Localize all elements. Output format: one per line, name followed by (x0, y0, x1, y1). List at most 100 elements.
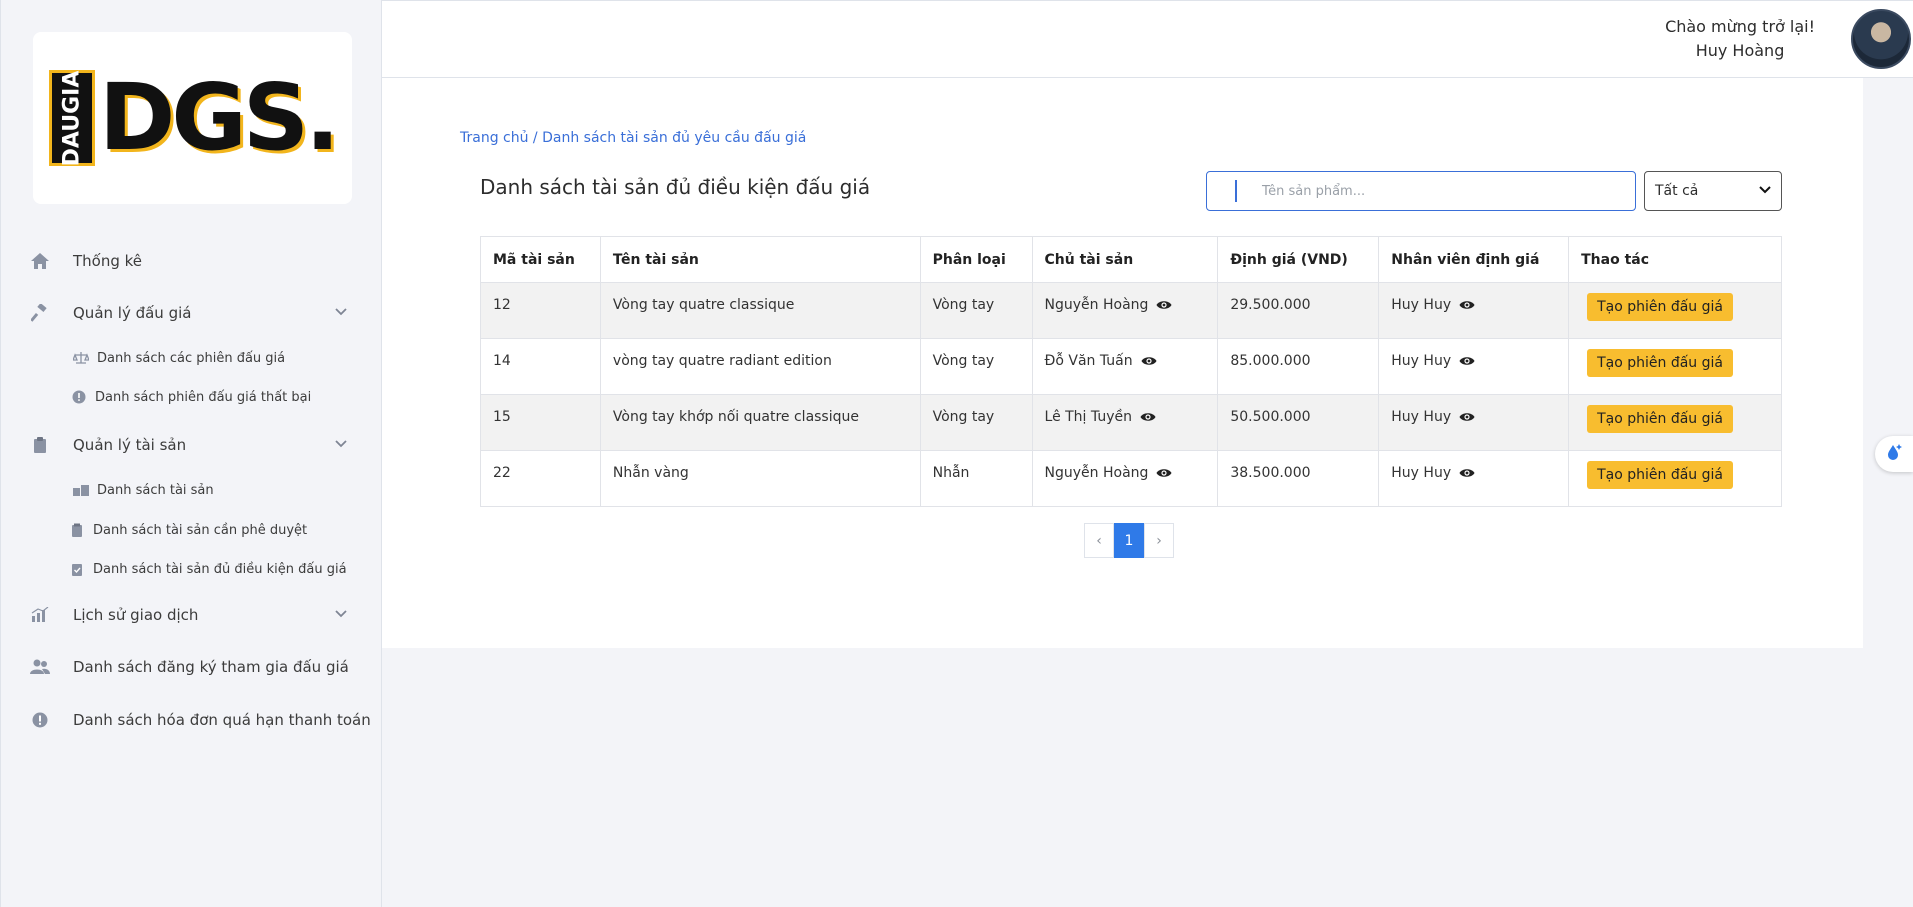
clipboard-icon (29, 434, 51, 456)
asset-appraiser: Huy Huy (1391, 353, 1452, 369)
action-cell: Tạo phiên đấu giá (1568, 282, 1782, 339)
category-filter-select[interactable]: Tất cả (1644, 171, 1782, 211)
chart-icon (29, 604, 51, 626)
filter-selected-value: Tất cả (1655, 183, 1699, 199)
column-header[interactable]: Định giá (VND) (1217, 236, 1380, 283)
pagination-next-button[interactable]: › (1144, 523, 1174, 558)
asset-category: Vòng tay (919, 394, 1033, 451)
sidebar-item-label: Danh sách tài sản cần phê duyệt (93, 522, 308, 538)
eye-icon[interactable] (1459, 299, 1475, 311)
create-auction-button[interactable]: Tạo phiên đấu giá (1587, 349, 1733, 377)
sidebar-item-thong-ke[interactable]: Thống kê (29, 250, 142, 272)
breadcrumb[interactable]: Trang chủ / Danh sách tài sản đủ yêu cầu… (460, 130, 806, 146)
logo-text: DGS. (98, 64, 340, 171)
column-header: Thao tác (1568, 236, 1782, 283)
sidebar-item-hoa-don-qua-han[interactable]: Danh sách hóa đơn quá hạn thanh toán (29, 709, 371, 731)
asset-appraiser-cell: Huy Huy (1378, 394, 1570, 451)
gavel-icon (29, 302, 51, 324)
clipboard-icon (69, 522, 85, 538)
asset-name: Vòng tay khớp nối quatre classique (599, 394, 921, 451)
asset-appraiser: Huy Huy (1391, 409, 1452, 425)
asset-price: 50.500.000 (1217, 394, 1380, 451)
water-drop-icon (1884, 442, 1904, 466)
eye-icon[interactable] (1459, 355, 1475, 367)
sidebar-item-danh-sach-phien[interactable]: Danh sách các phiên đấu giá (73, 350, 285, 366)
asset-id: 22 (480, 450, 601, 507)
asset-owner-cell: Lê Thị Tuyền (1031, 394, 1219, 451)
sidebar-item-tai-san-can-phe-duyet[interactable]: Danh sách tài sản cần phê duyệt (69, 522, 307, 538)
pagination-prev-button[interactable]: ‹ (1084, 523, 1114, 558)
asset-appraiser-cell: Huy Huy (1378, 450, 1570, 507)
sidebar-item-label: Quản lý đấu giá (73, 304, 192, 322)
create-auction-button[interactable]: Tạo phiên đấu giá (1587, 461, 1733, 489)
sidebar-item-danh-sach-dang-ky[interactable]: Danh sách đăng ký tham gia đấu giá (29, 656, 349, 678)
create-auction-button[interactable]: Tạo phiên đấu giá (1587, 405, 1733, 433)
sidebar-item-phien-that-bai[interactable]: Danh sách phiên đấu giá thất bại (71, 389, 311, 405)
asset-price: 85.000.000 (1217, 338, 1380, 395)
logo-box[interactable]: DAUGIA DGS. (33, 32, 352, 204)
sidebar-item-label: Danh sách tài sản (97, 482, 214, 498)
scale-icon (73, 350, 89, 366)
sidebar-item-quan-ly-dau-gia[interactable]: Quản lý đấu giá (29, 302, 347, 324)
eye-icon[interactable] (1459, 411, 1475, 423)
sidebar: DAUGIA DGS. Thống kê Quản lý đấu giá Dan… (0, 0, 382, 907)
eye-icon[interactable] (1459, 467, 1475, 479)
asset-appraiser-cell: Huy Huy (1378, 338, 1570, 395)
sidebar-item-tai-san-du-dieu-kien[interactable]: Danh sách tài sản đủ điều kiện đấu giá (69, 561, 347, 577)
top-bar: Chào mừng trở lại! Huy Hoàng (382, 0, 1913, 78)
asset-id: 12 (480, 282, 601, 339)
asset-owner: Lê Thị Tuyền (1044, 409, 1132, 425)
chevron-down-icon[interactable] (334, 305, 348, 321)
chevron-down-icon[interactable] (334, 437, 348, 453)
pagination-page-button[interactable]: 1 (1114, 523, 1144, 558)
column-header[interactable]: Nhân viên định giá (1378, 236, 1570, 283)
avatar[interactable] (1851, 9, 1911, 69)
asset-category: Vòng tay (919, 338, 1033, 395)
asset-price: 29.500.000 (1217, 282, 1380, 339)
search-input[interactable]: Tên sản phẩm... (1206, 171, 1636, 211)
table-row: 14 vòng tay quatre radiant edition Vòng … (480, 338, 1782, 395)
asset-category: Vòng tay (919, 282, 1033, 339)
column-header[interactable]: Mã tài sản (480, 236, 601, 283)
create-auction-button[interactable]: Tạo phiên đấu giá (1587, 293, 1733, 321)
floating-widget-button[interactable] (1875, 436, 1913, 472)
welcome-message: Chào mừng trở lại! Huy Hoàng (1665, 15, 1815, 63)
sidebar-item-label: Danh sách tài sản đủ điều kiện đấu giá (93, 561, 347, 577)
column-header[interactable]: Chủ tài sản (1031, 236, 1219, 283)
chevron-down-icon (1759, 185, 1771, 197)
eye-icon[interactable] (1140, 411, 1156, 423)
sidebar-item-label: Quản lý tài sản (73, 436, 187, 454)
user-name: Huy Hoàng (1695, 41, 1785, 60)
asset-owner: Nguyễn Hoàng (1044, 465, 1149, 481)
table-row: 12 Vòng tay quatre classique Vòng tay Ng… (480, 282, 1782, 339)
sidebar-item-label: Lịch sử giao dịch (73, 606, 199, 624)
sidebar-item-label: Danh sách phiên đấu giá thất bại (95, 389, 312, 405)
asset-price: 38.500.000 (1217, 450, 1380, 507)
asset-owner: Đỗ Văn Tuấn (1044, 353, 1133, 369)
boxes-icon (73, 482, 89, 498)
logo-vertical-text: DAUGIA (59, 70, 85, 166)
action-cell: Tạo phiên đấu giá (1568, 338, 1782, 395)
eye-icon[interactable] (1156, 467, 1172, 479)
sidebar-item-lich-su-giao-dich[interactable]: Lịch sử giao dịch (29, 604, 347, 626)
eye-icon[interactable] (1141, 355, 1157, 367)
home-icon (29, 250, 51, 272)
asset-appraiser: Huy Huy (1391, 297, 1452, 313)
action-cell: Tạo phiên đấu giá (1568, 450, 1782, 507)
logo: DAUGIA DGS. (48, 64, 340, 171)
sidebar-item-label: Thống kê (73, 252, 143, 270)
asset-appraiser: Huy Huy (1391, 465, 1452, 481)
asset-owner-cell: Nguyễn Hoàng (1031, 450, 1219, 507)
column-header[interactable]: Phân loại (919, 236, 1033, 283)
sidebar-item-quan-ly-tai-san[interactable]: Quản lý tài sản (29, 434, 347, 456)
column-header[interactable]: Tên tài sản (599, 236, 921, 283)
users-icon (29, 656, 51, 678)
chevron-down-icon[interactable] (334, 607, 348, 623)
asset-owner-cell: Nguyễn Hoàng (1031, 282, 1219, 339)
table-row: 15 Vòng tay khớp nối quatre classique Vò… (480, 394, 1782, 451)
sidebar-item-danh-sach-tai-san[interactable]: Danh sách tài sản (73, 482, 214, 498)
alert-circle-icon (71, 389, 87, 405)
eye-icon[interactable] (1156, 299, 1172, 311)
asset-name: Nhẫn vàng (599, 450, 921, 507)
asset-name: Vòng tay quatre classique (599, 282, 921, 339)
